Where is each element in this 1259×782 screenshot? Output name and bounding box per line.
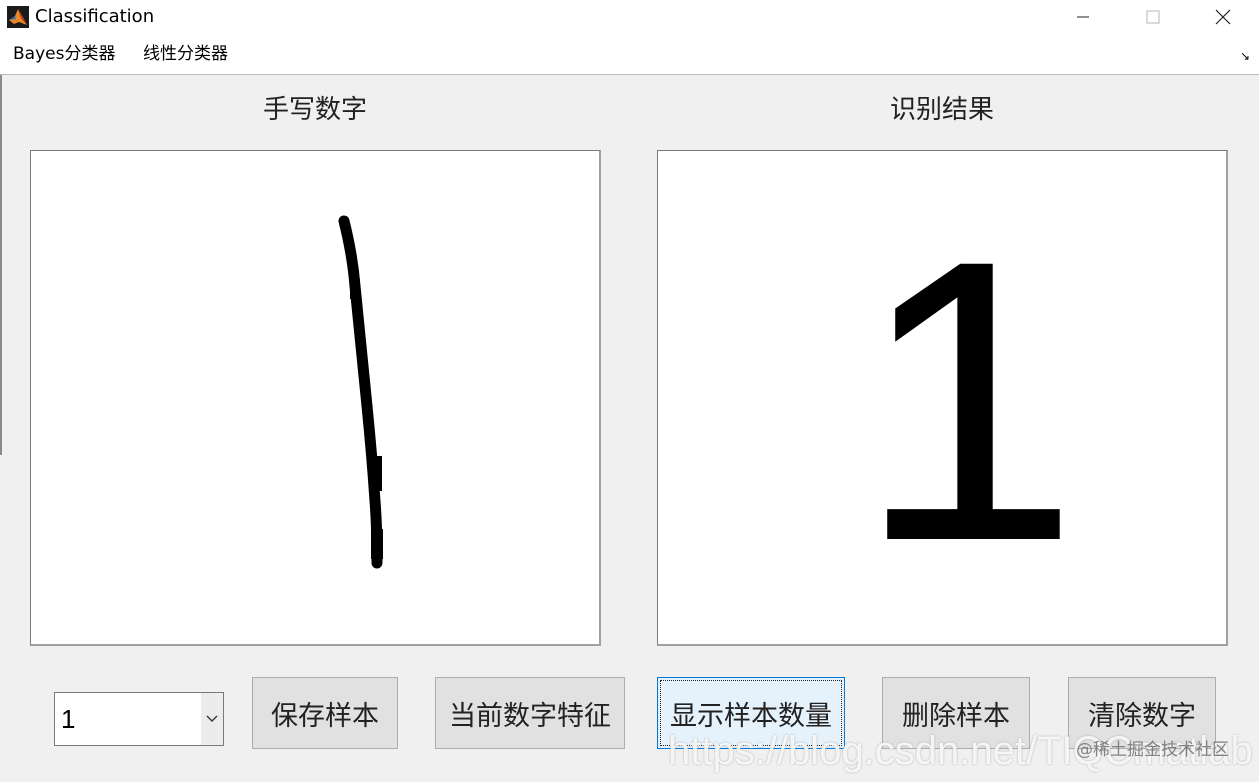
- matlab-icon: [7, 6, 29, 28]
- minimize-icon: [1077, 16, 1089, 18]
- current-digit-features-button[interactable]: 当前数字特征: [435, 677, 625, 749]
- menu-item-linear-classifier[interactable]: 线性分类器: [143, 42, 228, 66]
- digit-select[interactable]: 1: [54, 692, 224, 746]
- select-arrow-button[interactable]: [201, 693, 223, 745]
- window-title: Classification: [35, 6, 155, 27]
- close-button[interactable]: [1188, 0, 1258, 34]
- recognized-digit: 1: [856, 177, 1080, 624]
- handwritten-stroke: [338, 215, 383, 569]
- handwriting-panel-title: 手写数字: [262, 95, 367, 125]
- result-panel-title: 识别结果: [889, 95, 994, 125]
- title-bar: Classification: [0, 0, 1259, 34]
- menu-bar: Bayes分类器 线性分类器 ↘: [0, 34, 1259, 75]
- result-canvas: 1: [657, 150, 1228, 646]
- menu-item-bayes-classifier[interactable]: Bayes分类器: [13, 42, 115, 66]
- chevron-down-icon: [206, 715, 218, 722]
- maximize-button[interactable]: [1118, 0, 1188, 34]
- digit-select-value: 1: [61, 704, 76, 734]
- window-edge: [0, 75, 2, 455]
- maximize-icon: [1146, 10, 1160, 24]
- corner-arrow-icon[interactable]: ↘: [1240, 49, 1250, 63]
- minimize-button[interactable]: [1048, 0, 1118, 34]
- close-icon: [1215, 9, 1231, 25]
- watermark-source: @稀土掘金技术社区: [1076, 740, 1229, 760]
- save-sample-button[interactable]: 保存样本: [252, 677, 398, 749]
- handwriting-canvas[interactable]: [30, 150, 601, 646]
